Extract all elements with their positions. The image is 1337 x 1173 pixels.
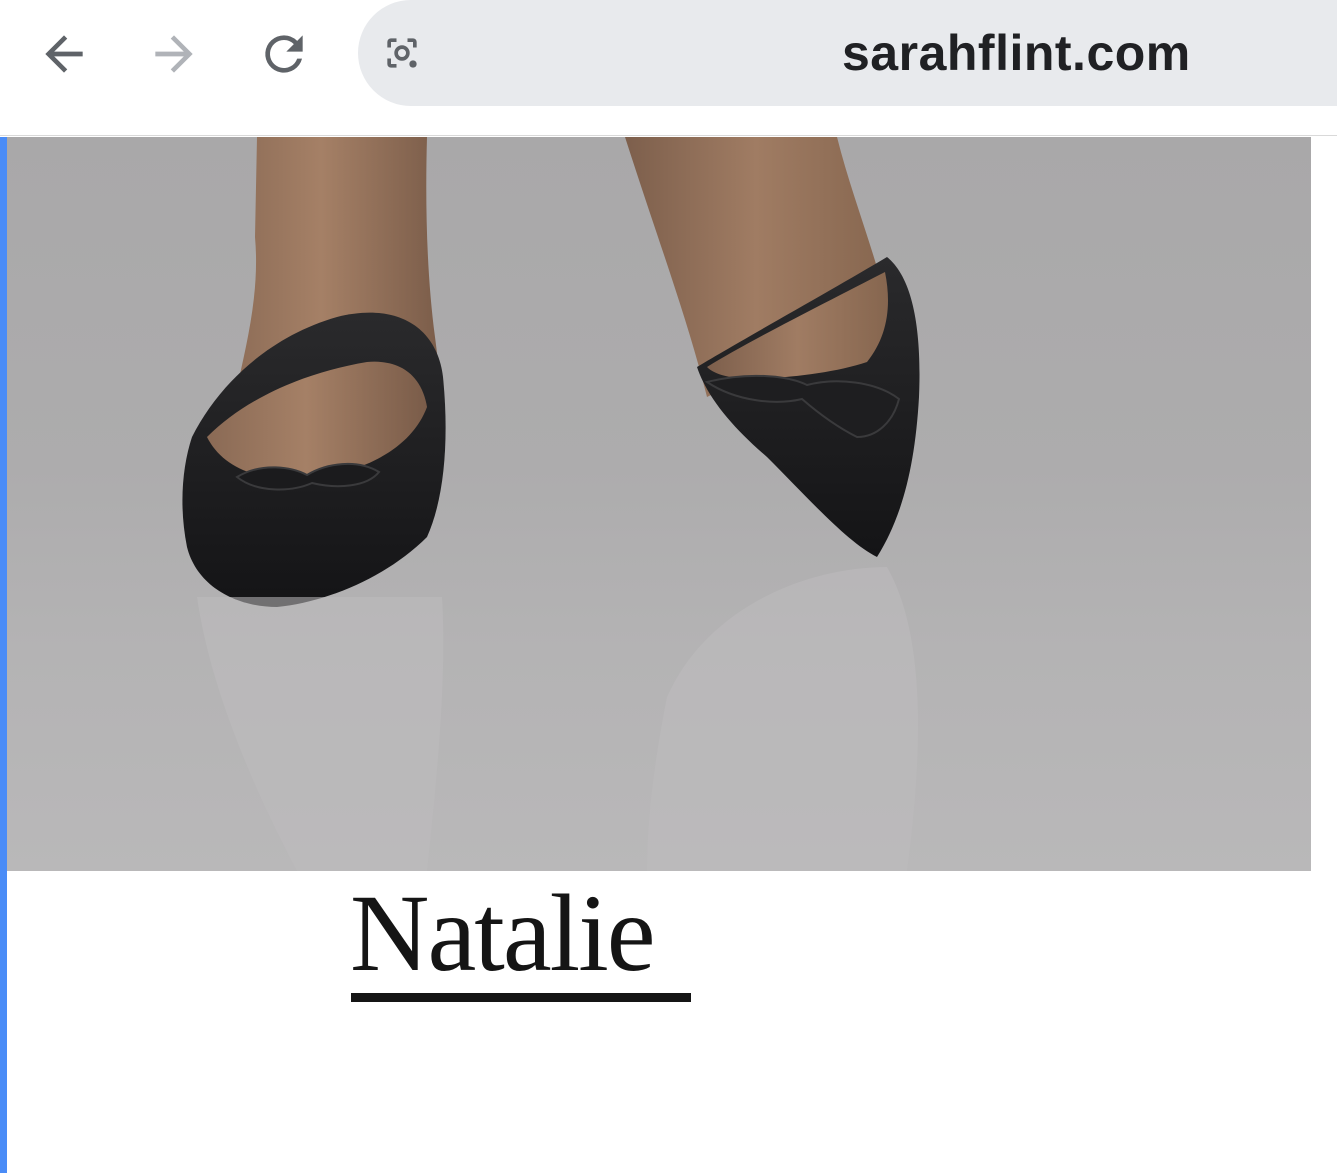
- browser-toolbar: sarahflint.com: [0, 0, 1337, 136]
- url-text[interactable]: sarahflint.com: [842, 24, 1191, 82]
- product-title[interactable]: Natalie: [350, 877, 656, 989]
- arrow-right-icon: [155, 35, 193, 73]
- back-button[interactable]: [32, 22, 96, 86]
- reload-button[interactable]: [252, 22, 316, 86]
- title-underline: [351, 993, 691, 1002]
- product-hero-image: [7, 137, 1311, 871]
- left-accent-bar: [0, 137, 7, 1173]
- forward-button[interactable]: [142, 22, 206, 86]
- google-lens-icon[interactable]: [380, 31, 424, 75]
- page-content: Natalie: [0, 137, 1337, 1173]
- arrow-left-icon: [45, 35, 83, 73]
- address-bar[interactable]: sarahflint.com: [358, 0, 1337, 106]
- reload-icon: [265, 35, 303, 73]
- shoes-photo: [182, 137, 920, 871]
